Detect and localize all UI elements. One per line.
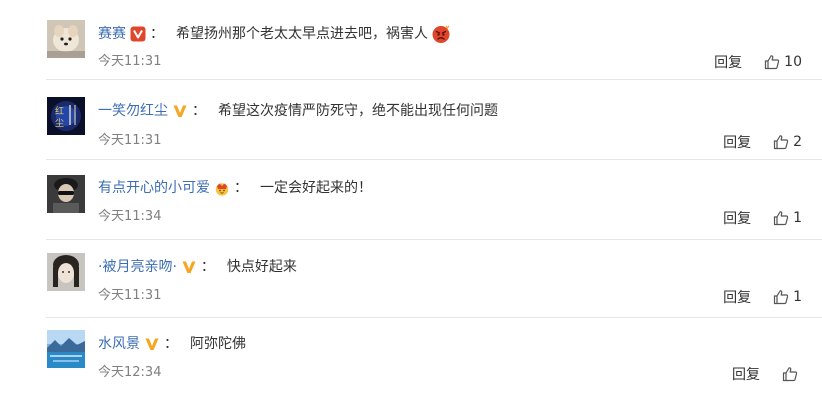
like-count: 1	[793, 289, 802, 305]
like-count: 10	[784, 54, 802, 70]
username-link[interactable]: 水风景	[98, 334, 140, 354]
username-link[interactable]: 赛赛	[98, 24, 126, 44]
v-gold-icon	[181, 259, 197, 275]
comment-text: 阿弥陀佛	[190, 336, 246, 352]
comment-item: 红 尘 一笑勿红尘 ： 希望这次疫情严防死守，绝不能出现任何问题 今天11:31…	[0, 80, 822, 160]
like-button[interactable]: 10	[764, 54, 802, 70]
svg-text:红: 红	[55, 105, 64, 117]
comment-list: 赛赛 ： 希望扬州那个老太太早点进去吧，祸害人 今天11:31 回复 10 红 …	[0, 0, 822, 402]
comment-item: 水风景 ： 阿弥陀佛 今天12:34 回复	[0, 318, 822, 402]
avatar[interactable]	[47, 253, 85, 291]
like-button[interactable]	[782, 366, 802, 382]
comment-time: 今天11:34	[98, 209, 162, 224]
comment-time: 今天11:31	[98, 288, 162, 303]
comment-item: 赛赛 ： 希望扬州那个老太太早点进去吧，祸害人 今天11:31 回复 10	[0, 10, 822, 80]
v-gold-icon	[172, 103, 188, 119]
comment-actions: 回复 1	[723, 208, 802, 228]
thumbs-up-icon	[782, 367, 798, 382]
username-link[interactable]: 有点开心的小可爱	[98, 178, 210, 198]
like-button[interactable]: 2	[773, 134, 802, 150]
comment-text: 快点好起来	[226, 259, 297, 275]
comment-actions: 回复 1	[723, 287, 802, 307]
avatar[interactable]	[47, 330, 85, 368]
like-count: 2	[793, 134, 802, 150]
comment-time: 今天11:31	[98, 54, 162, 69]
avatar[interactable]	[47, 175, 85, 213]
colon-separator: ：	[234, 180, 248, 196]
comment-actions: 回复	[732, 364, 802, 384]
comment-actions: 回复 10	[714, 52, 802, 72]
comment-text: 希望扬州那个老太太早点进去吧，祸害人	[176, 26, 428, 42]
like-button[interactable]: 1	[773, 289, 802, 305]
vip-red-icon	[130, 26, 146, 42]
reply-button[interactable]: 回复	[714, 52, 742, 72]
username-link[interactable]: 一笑勿红尘	[98, 101, 168, 121]
colon-separator: ：	[200, 259, 215, 275]
thumbs-up-icon	[773, 135, 789, 150]
comment-text: 一定会好起来的！	[260, 180, 372, 196]
colon-separator: ：	[150, 26, 164, 42]
like-button[interactable]: 1	[773, 210, 802, 226]
svg-text:尘: 尘	[55, 118, 64, 129]
thumbs-up-icon	[773, 290, 789, 305]
v-gold-icon	[144, 336, 160, 352]
username-link[interactable]: ·被月亮亲吻·	[98, 257, 177, 277]
comment-text: 希望这次疫情严防死守，绝不能出现任何问题	[218, 103, 498, 119]
reply-button[interactable]: 回复	[723, 287, 751, 307]
comment-item: 有点开心的小可爱 ： 一定会好起来的！ 今天11:34 回复 1	[0, 160, 822, 240]
comment-actions: 回复 2	[723, 132, 802, 152]
crown-icon	[214, 180, 230, 196]
like-count: 1	[793, 210, 802, 226]
comment-time: 今天12:34	[98, 365, 162, 380]
reply-button[interactable]: 回复	[732, 364, 760, 384]
comment-item: ·被月亮亲吻· ： 快点好起来 今天11:31 回复 1	[0, 240, 822, 318]
avatar[interactable]: 红 尘	[47, 97, 85, 135]
thumbs-up-icon	[773, 211, 789, 226]
colon-separator: ：	[164, 336, 178, 352]
thumbs-up-icon	[765, 55, 780, 70]
colon-separator: ：	[192, 103, 206, 119]
reply-button[interactable]: 回复	[723, 208, 751, 228]
avatar[interactable]	[47, 20, 85, 58]
reply-button[interactable]: 回复	[723, 132, 751, 152]
angry-face-icon	[431, 24, 451, 44]
comment-time: 今天11:31	[98, 133, 162, 148]
